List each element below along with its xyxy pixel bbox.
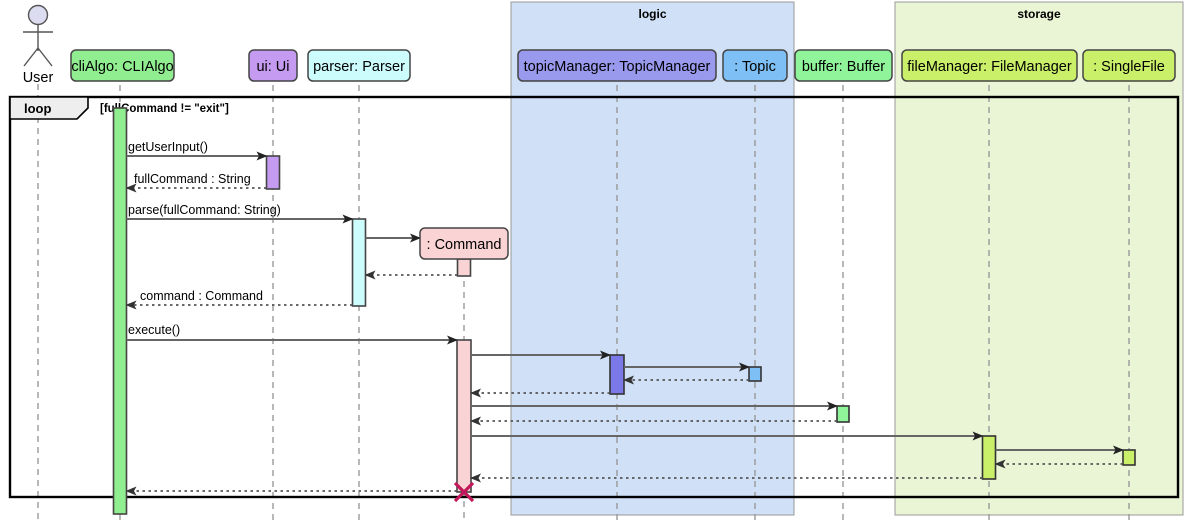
activation-buffer — [836, 405, 850, 423]
activation-filemanager — [981, 435, 997, 480]
activation-parser — [351, 218, 367, 307]
sequence-diagram-svg: logic storage loop [fullCommand != "exit"]… — [8, 1, 1184, 521]
participant-label-buffer: buffer: Buffer — [802, 59, 885, 75]
message-label-m3: parse(fullCommand: String) — [128, 203, 281, 217]
message-label-m1: getUserInput() — [128, 140, 208, 154]
message-label-m2: fullCommand : String — [134, 172, 251, 186]
actor-leg-left — [23, 47, 39, 67]
loop-operator-label: loop — [24, 101, 51, 116]
participant-label-ui: ui: Ui — [256, 59, 289, 75]
activation-topicmanager — [609, 354, 625, 395]
participant-label-filemanager: fileManager: FileManager — [907, 59, 1072, 75]
activation-clialgo — [112, 107, 128, 515]
activation-command — [456, 258, 472, 277]
actor-user[interactable]: User — [23, 4, 54, 87]
sequence-diagram-canvas: logic storage loop [fullCommand != "exit"]… — [0, 0, 1185, 523]
group-title-storage: storage — [1017, 7, 1061, 21]
participant-label-topic: : Topic — [734, 59, 776, 75]
group-title-logic: logic — [638, 7, 666, 21]
message-label-m6: command : Command — [140, 289, 263, 303]
actor-leg-right — [37, 47, 53, 67]
actor-label-user: User — [23, 70, 54, 86]
activation-singlefile — [1122, 449, 1136, 466]
participant-label-topicmanager: topicManager: TopicManager — [524, 59, 711, 75]
participant-label-parser: parser: Parser — [313, 59, 405, 75]
activation-ui — [265, 155, 281, 190]
participant-label-singlefile: : SingleFile — [1093, 59, 1165, 75]
participant-label-clialgo: cliAlgo: CLIAlgo — [71, 59, 173, 75]
participant-label-command: : Command — [427, 237, 502, 253]
activation-command — [456, 339, 472, 493]
actor-head-icon — [27, 4, 49, 26]
message-label-m7: execute() — [128, 323, 180, 337]
activation-topic — [748, 366, 762, 382]
